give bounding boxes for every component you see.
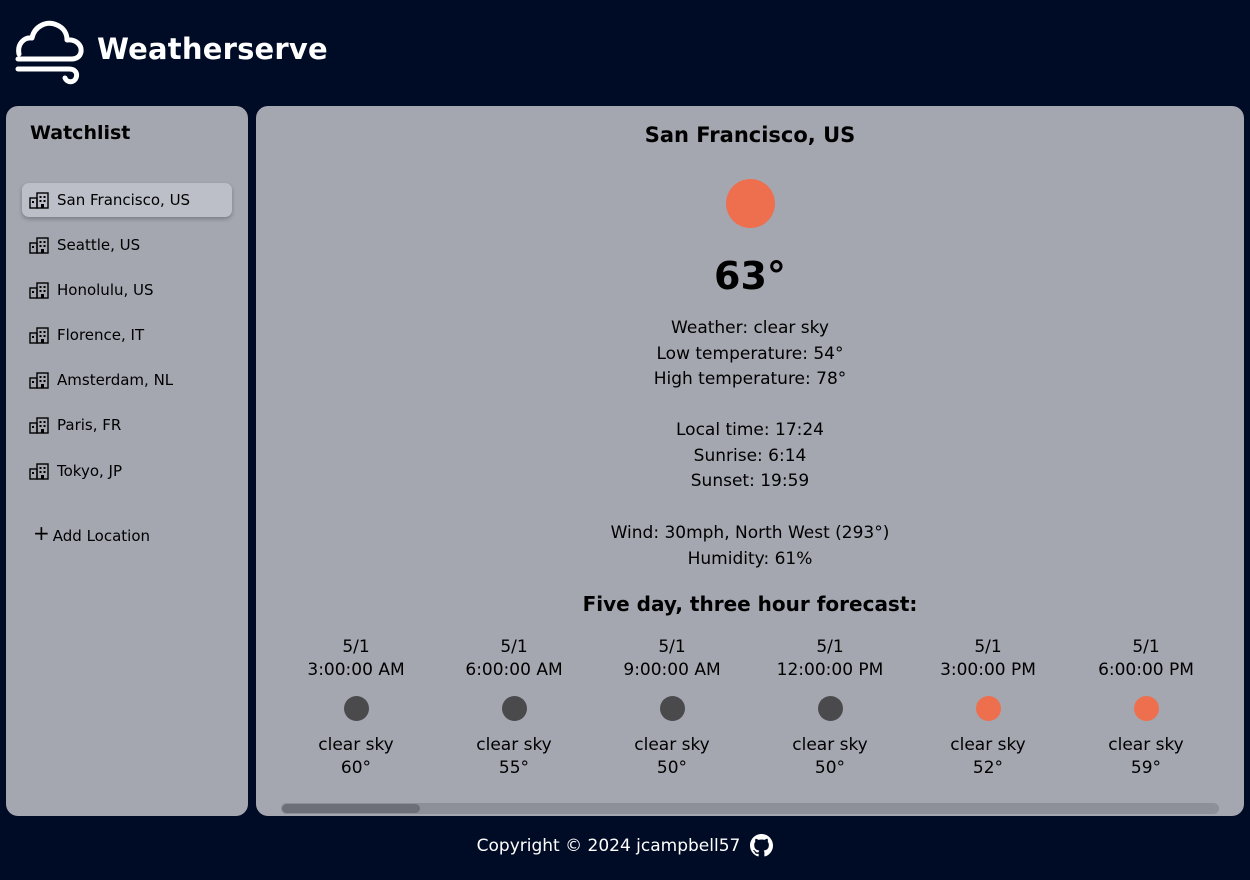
watchlist-item[interactable]: Amsterdam, NL bbox=[22, 363, 232, 397]
building-icon bbox=[29, 326, 49, 344]
watchlist-title: Watchlist bbox=[30, 122, 131, 144]
forecast-time: 12:00:00 PM bbox=[776, 660, 884, 680]
time-summary: Local time: 17:24 Sunrise: 6:14 Sunset: … bbox=[256, 418, 1244, 495]
forecast-description: clear sky bbox=[634, 735, 710, 755]
forecast-weather-icon bbox=[817, 696, 843, 721]
forecast-item: 5/1 3:00:00 PM clear sky 52° bbox=[913, 636, 1063, 780]
watchlist-item-label: Paris, FR bbox=[57, 416, 122, 434]
forecast-title: Five day, three hour forecast: bbox=[582, 592, 918, 616]
watchlist-item[interactable]: Honolulu, US bbox=[22, 273, 232, 307]
watchlist-item[interactable]: San Francisco, US bbox=[22, 183, 232, 217]
weather-summary: Weather: clear sky Low temperature: 54° … bbox=[256, 316, 1244, 393]
app-header: Weatherserve bbox=[0, 0, 1250, 104]
forecast-weather-icon bbox=[1133, 696, 1159, 721]
forecast-temperature: 55° bbox=[498, 758, 530, 778]
forecast-date: 5/1 bbox=[974, 637, 1002, 657]
forecast-item: 5/1 6:00:00 PM clear sky 59° bbox=[1071, 636, 1221, 780]
forecast-description: clear sky bbox=[950, 735, 1026, 755]
add-location-label: Add Location bbox=[52, 527, 151, 545]
app-title: Weatherserve bbox=[97, 32, 328, 66]
watchlist-item[interactable]: Tokyo, JP bbox=[22, 454, 232, 488]
github-icon[interactable] bbox=[750, 834, 774, 857]
current-temperature: 63° bbox=[714, 254, 786, 298]
forecast-date: 5/1 bbox=[500, 637, 528, 657]
forecast-date: 5/1 bbox=[342, 637, 370, 657]
forecast-weather-icon bbox=[343, 696, 369, 721]
forecast-weather-icon bbox=[975, 696, 1001, 721]
forecast-scrollbar[interactable] bbox=[281, 803, 1219, 814]
forecast-item: 5/1 9:00:00 AM clear sky 50° bbox=[597, 636, 747, 780]
footer: Copyright © 2024 jcampbell57 bbox=[0, 834, 1250, 857]
forecast-time: 9:00:00 AM bbox=[623, 660, 721, 680]
watchlist-item-label: Amsterdam, NL bbox=[57, 371, 174, 389]
forecast-weather-icon bbox=[659, 696, 685, 721]
scrollbar-thumb[interactable] bbox=[282, 804, 420, 813]
humidity-info: Humidity: 61% bbox=[687, 548, 813, 569]
forecast-item: 5/1 3:00:00 AM clear sky 60° bbox=[281, 636, 431, 780]
cloud-wind-icon bbox=[15, 20, 84, 85]
watchlist-item-label: Florence, IT bbox=[57, 326, 145, 344]
weather-description: Weather: clear sky bbox=[671, 318, 829, 338]
building-icon bbox=[29, 281, 49, 299]
forecast-item: 5/1 12:00:00 PM clear sky 50° bbox=[755, 636, 905, 780]
forecast-temperature: 59° bbox=[1130, 758, 1162, 778]
low-temperature: Low temperature: 54° bbox=[656, 343, 844, 364]
building-icon bbox=[29, 236, 49, 254]
watchlist-item-label: Tokyo, JP bbox=[57, 462, 123, 480]
watchlist-item-label: Seattle, US bbox=[57, 236, 141, 254]
forecast-date: 5/1 bbox=[1132, 637, 1160, 657]
local-time: Local time: 17:24 bbox=[676, 420, 824, 440]
forecast-description: clear sky bbox=[1108, 735, 1184, 755]
forecast-temperature: 50° bbox=[656, 758, 688, 778]
sun-icon bbox=[726, 179, 775, 228]
wind-summary: Wind: 30mph, North West (293°) Humidity:… bbox=[256, 521, 1244, 572]
forecast-description: clear sky bbox=[792, 735, 868, 755]
high-temperature: High temperature: 78° bbox=[653, 369, 847, 390]
watchlist-item[interactable]: Paris, FR bbox=[22, 408, 232, 442]
building-icon bbox=[29, 371, 49, 389]
plus-icon: + bbox=[33, 521, 50, 545]
wind-info: Wind: 30mph, North West (293°) bbox=[610, 523, 890, 543]
copyright-text: Copyright © 2024 jcampbell57 bbox=[476, 835, 741, 856]
sunset-time: Sunset: 19:59 bbox=[690, 471, 810, 492]
building-icon bbox=[29, 416, 49, 434]
forecast-temperature: 50° bbox=[814, 758, 846, 778]
forecast-description: clear sky bbox=[318, 735, 394, 755]
weather-panel: San Francisco, US 63° Weather: clear sky… bbox=[256, 106, 1244, 816]
forecast-time: 3:00:00 PM bbox=[940, 660, 1036, 680]
forecast-date: 5/1 bbox=[658, 637, 686, 657]
building-icon bbox=[29, 462, 49, 480]
forecast-date: 5/1 bbox=[816, 637, 844, 657]
forecast-time: 6:00:00 PM bbox=[1098, 660, 1194, 680]
forecast-weather-icon bbox=[501, 696, 527, 721]
sunrise-time: Sunrise: 6:14 bbox=[693, 445, 807, 466]
forecast-temperature: 52° bbox=[972, 758, 1004, 778]
forecast-strip[interactable]: 5/1 3:00:00 AM clear sky 60° 5/1 6:00:00 AM cl… bbox=[256, 636, 1244, 796]
building-icon bbox=[29, 191, 49, 209]
forecast-temperature: 60° bbox=[340, 758, 372, 778]
watchlist-item-label: San Francisco, US bbox=[57, 191, 191, 209]
forecast-time: 6:00:00 AM bbox=[465, 660, 563, 680]
forecast-description: clear sky bbox=[476, 735, 552, 755]
watchlist-item[interactable]: Seattle, US bbox=[22, 228, 232, 262]
watchlist-sidebar: Watchlist San Francisco, US Seattle, US Ho… bbox=[6, 106, 248, 816]
watchlist-item[interactable]: Florence, IT bbox=[22, 318, 232, 352]
watchlist-item-label: Honolulu, US bbox=[57, 281, 154, 299]
add-location-button[interactable]: + Add Location bbox=[33, 521, 151, 545]
forecast-time: 3:00:00 AM bbox=[307, 660, 405, 680]
city-title: San Francisco, US bbox=[644, 123, 856, 147]
forecast-item: 5/1 6:00:00 AM clear sky 55° bbox=[439, 636, 589, 780]
